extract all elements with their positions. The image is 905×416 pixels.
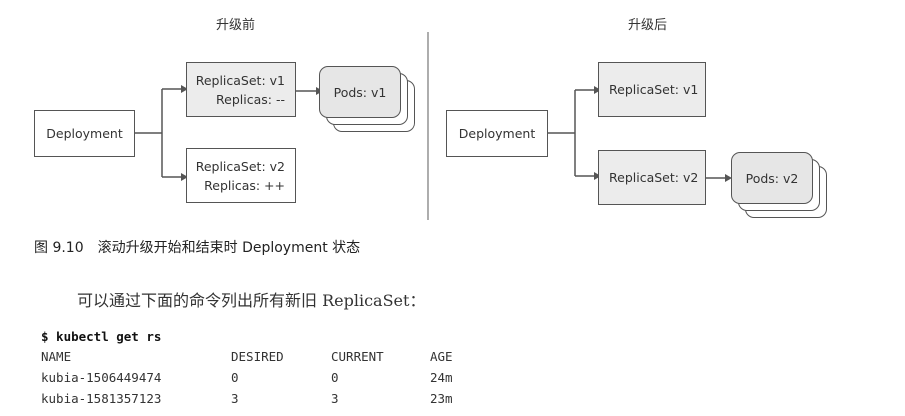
terminal-cell-desired: 0	[231, 370, 239, 385]
terminal-cell-current: 0	[331, 370, 339, 385]
left-pods-label: Pods: v1	[333, 84, 387, 100]
terminal-cell-age: 23m	[430, 391, 453, 406]
terminal-cell-name: kubia-1506449474	[41, 370, 162, 385]
right-pods-label: Pods: v2	[745, 170, 799, 186]
right-replicaset-v1-box: ReplicaSet: v1	[598, 62, 706, 117]
terminal-cell-current: 3	[331, 391, 339, 406]
terminal-cell-desired: 3	[231, 391, 239, 406]
terminal-header-name: NAME	[41, 349, 72, 364]
right-replicaset-v2-box: ReplicaSet: v2	[598, 150, 706, 205]
terminal-cell-name: kubia-1581357123	[41, 391, 162, 406]
terminal-command: $ kubectl get rs	[41, 329, 162, 344]
left-pods-box: Pods: v1	[319, 66, 401, 118]
left-panel-title: 升级前	[216, 18, 256, 33]
body-paragraph: 可以通过下面的命令列出所有新旧 ReplicaSet：	[77, 291, 426, 310]
right-rs-v1-name: ReplicaSet: v1	[609, 82, 699, 97]
left-rs-v1-name: ReplicaSet: v1	[195, 72, 285, 88]
figure-caption: 图 9.10 滚动升级开始和结束时 Deployment 状态	[34, 240, 361, 256]
terminal-cell-age: 24m	[430, 370, 453, 385]
right-deployment-label: Deployment	[458, 126, 536, 141]
terminal-header-age: AGE	[430, 349, 453, 364]
left-rs-v2-replicas: Replicas: ++	[204, 177, 285, 193]
left-deployment-label: Deployment	[46, 126, 123, 141]
terminal-header-desired: DESIRED	[231, 349, 284, 364]
left-replicaset-v1-box: ReplicaSet: v1 Replicas: --	[186, 62, 296, 117]
left-rs-v1-replicas: Replicas: --	[216, 91, 285, 107]
right-panel-title: 升级后	[628, 18, 668, 33]
right-rs-v2-name: ReplicaSet: v2	[609, 170, 699, 185]
left-deployment-box: Deployment	[34, 110, 135, 157]
left-rs-v2-name: ReplicaSet: v2	[195, 158, 285, 174]
terminal-header-current: CURRENT	[331, 349, 384, 364]
left-replicaset-v2-box: ReplicaSet: v2 Replicas: ++	[186, 148, 296, 203]
right-deployment-box: Deployment	[446, 110, 548, 157]
right-pods-box: Pods: v2	[731, 152, 813, 204]
